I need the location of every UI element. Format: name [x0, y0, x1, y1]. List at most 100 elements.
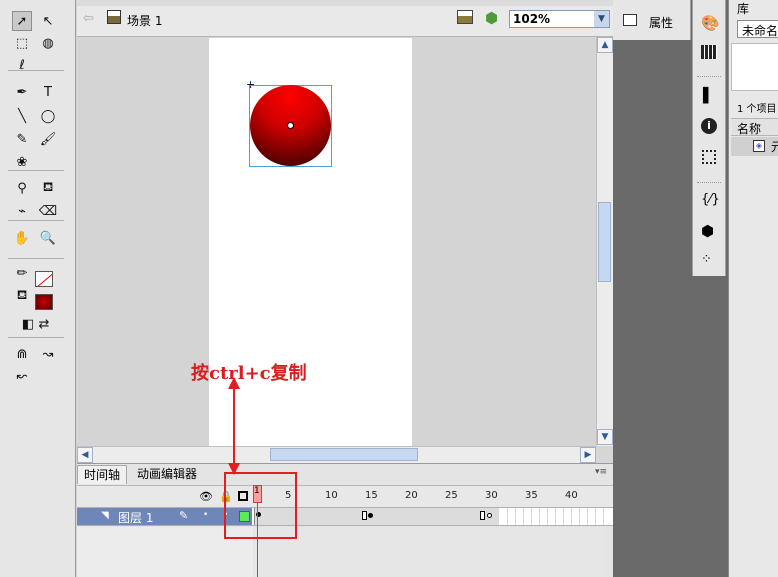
subselection-tool-icon[interactable]: ↖ — [38, 11, 58, 31]
text-tool-icon[interactable]: T — [38, 82, 58, 102]
free-transform-tool-icon[interactable]: ⬚ — [12, 33, 32, 53]
transform-point-icon[interactable] — [287, 122, 294, 129]
keyframe-marker-icon[interactable] — [480, 511, 485, 520]
fill-color-swatch[interactable] — [35, 294, 53, 310]
flash-workspace: ➚ ↖ ⬚ ◍ ℓ ✒ T ╲ ◯ ✎ 🖌 ❀ ⚲ ⛾ ⌁ ⌫ ✋ 🔍 ✏ ⛾ ◧ ⇄ ⋒ ↝ ↜ ⇦ 场景 1 ⬢ 102% … — [0, 0, 778, 577]
layer-name[interactable]: 图层 1 — [118, 509, 153, 526]
strip-divider — [697, 182, 721, 183]
chevron-down-icon[interactable]: ▼ — [594, 11, 609, 27]
panel-menu-icon[interactable]: ▾≡ — [595, 467, 607, 477]
keyframe-marker-icon[interactable] — [487, 513, 492, 518]
line-tool-icon[interactable]: ╲ — [12, 106, 32, 126]
motion-presets-icon[interactable]: ⁘ — [701, 252, 712, 267]
edit-bar: ⇦ 场景 1 ⬢ 102% ▼ — [77, 0, 613, 37]
info-icon[interactable]: i — [701, 118, 717, 134]
annotation-arrow-icon — [228, 377, 240, 475]
eraser-tool-icon[interactable]: ⌫ — [38, 201, 58, 221]
stroke-color-swatch[interactable] — [35, 271, 53, 287]
layer-frames[interactable] — [254, 508, 604, 525]
edit-scene-icon[interactable] — [457, 10, 473, 24]
3d-rotation-tool-icon[interactable]: ◍ — [38, 33, 58, 53]
align-icon[interactable]: ▌ — [703, 88, 714, 104]
collapsed-panel-strip: 🎨 ▌ i {⁄} ⬢ ⁘ — [692, 0, 726, 276]
empty-frames[interactable] — [500, 508, 604, 525]
horizontal-scroll-thumb[interactable] — [270, 448, 418, 461]
scroll-left-icon[interactable]: ◀ — [77, 447, 93, 463]
eye-icon[interactable]: 👁 — [199, 490, 213, 503]
graphic-symbol-icon: ◈ — [753, 140, 765, 152]
vertical-scrollbar[interactable]: ▲ ▼ — [596, 37, 613, 446]
properties-icon — [623, 14, 637, 26]
brush-tool-icon[interactable]: 🖌 — [38, 129, 58, 149]
tools-divider — [8, 258, 64, 259]
library-doc-name: 未命名 — [742, 24, 778, 38]
tools-panel: ➚ ↖ ⬚ ◍ ℓ ✒ T ╲ ◯ ✎ 🖌 ❀ ⚲ ⛾ ⌁ ⌫ ✋ 🔍 ✏ ⛾ ◧ ⇄ ⋒ ↝ ↜ — [0, 0, 76, 577]
frame-number: 10 — [325, 490, 338, 501]
actions-icon[interactable]: {⁄} — [701, 192, 720, 207]
library-panel: 库 未命名 1 个项目 名称 ◈ 元 — [728, 0, 778, 577]
scene-label[interactable]: 场景 1 — [127, 12, 162, 29]
strip-divider — [697, 76, 721, 77]
horizontal-scrollbar[interactable]: ◀ ▶ — [77, 446, 596, 463]
scroll-up-icon[interactable]: ▲ — [597, 37, 613, 53]
swatches-grid-icon[interactable] — [701, 45, 717, 59]
properties-panel-tab[interactable]: 属性 — [613, 0, 691, 40]
library-item-name: 元 — [771, 140, 778, 154]
tools-divider — [8, 70, 64, 71]
visibility-dot-icon[interactable]: • — [203, 510, 208, 520]
library-preview — [731, 43, 778, 91]
library-title[interactable]: 库 — [737, 0, 749, 17]
stroke-color-icon[interactable]: ✏ — [12, 263, 32, 283]
tab-motion-editor[interactable]: 动画编辑器 — [131, 465, 203, 484]
frame-number: 40 — [565, 490, 578, 501]
lasso-tool-icon[interactable]: ℓ — [12, 55, 32, 75]
snap-magnet-icon[interactable]: ⋒ — [12, 344, 32, 364]
frame-number: 20 — [405, 490, 418, 501]
frame-number: 15 — [365, 490, 378, 501]
vertical-scroll-thumb[interactable] — [598, 202, 611, 282]
color-palette-icon[interactable]: 🎨 — [701, 14, 720, 32]
library-col-name: 名称 — [737, 122, 762, 136]
transform-icon[interactable] — [702, 150, 716, 164]
layer-icon: ◥ — [101, 510, 109, 521]
pencil-icon[interactable]: ✎ — [179, 509, 188, 522]
library-doc-select[interactable]: 未命名 — [737, 20, 778, 38]
tools-divider — [8, 220, 64, 221]
oval-tool-icon[interactable]: ◯ — [38, 106, 58, 126]
components-icon[interactable]: ⬢ — [701, 222, 714, 240]
tab-timeline[interactable]: 时间轴 — [77, 465, 128, 484]
edit-symbols-icon[interactable]: ⬢ — [485, 9, 498, 27]
straighten-icon[interactable]: ↜ — [12, 366, 32, 386]
pen-tool-icon[interactable]: ✒ — [12, 82, 32, 102]
fill-color-icon[interactable]: ⛾ — [12, 286, 32, 306]
frames-empty — [254, 527, 604, 577]
zoom-tool-icon[interactable]: 🔍 — [38, 228, 58, 248]
paint-bucket-tool-icon[interactable]: ⛾ — [38, 178, 58, 198]
annotation-highlight-box — [224, 472, 297, 539]
tools-divider — [8, 170, 64, 171]
stage-pasteboard: + — [77, 37, 596, 446]
back-arrow-icon[interactable]: ⇦ — [83, 11, 94, 26]
zoom-select[interactable]: 102% ▼ — [509, 10, 610, 28]
library-item-row[interactable]: ◈ 元 — [731, 137, 778, 156]
smooth-icon[interactable]: ↝ — [38, 344, 58, 364]
frame-number: 25 — [445, 490, 458, 501]
eyedropper-tool-icon[interactable]: ⌁ — [12, 201, 32, 221]
hand-tool-icon[interactable]: ✋ — [12, 228, 32, 248]
library-item-count: 1 个项目 — [737, 104, 777, 115]
keyframe-marker-icon[interactable] — [368, 513, 373, 518]
zoom-value: 102% — [513, 12, 551, 26]
timeline-header: 👁 🔒 5 10 15 20 25 30 35 40 — [77, 485, 613, 507]
selection-tool-icon[interactable]: ➚ — [12, 11, 32, 31]
keyframe-marker-icon[interactable] — [362, 511, 367, 520]
pencil-tool-icon[interactable]: ✎ — [12, 129, 32, 149]
bone-tool-icon[interactable]: ⚲ — [12, 178, 32, 198]
layer-row[interactable]: ◥ 图层 1 ✎ • • — [77, 507, 613, 526]
library-column-header[interactable]: 名称 — [731, 118, 778, 136]
edit-bar-grip — [77, 0, 613, 6]
scroll-down-icon[interactable]: ▼ — [597, 429, 613, 445]
scroll-right-icon[interactable]: ▶ — [580, 447, 596, 463]
properties-title[interactable]: 属性 — [649, 14, 673, 31]
deco-tool-icon[interactable]: ❀ — [12, 152, 32, 172]
swap-colors-icon[interactable]: ⇄ — [34, 314, 54, 334]
